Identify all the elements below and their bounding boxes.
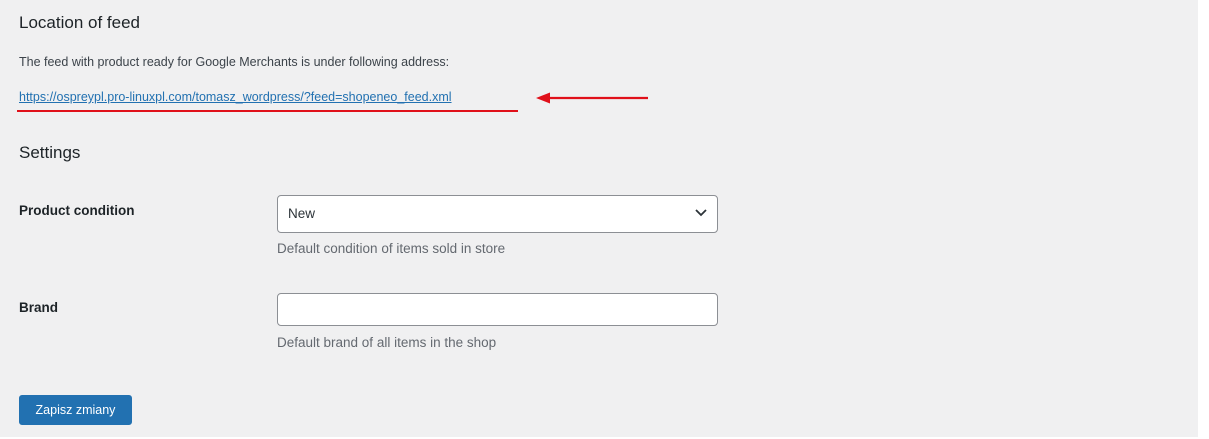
brand-input[interactable] [277,293,718,326]
product-condition-help: Default condition of items sold in store [277,241,506,256]
feed-description: The feed with product ready for Google M… [19,55,450,69]
save-button[interactable]: Zapisz zmiany [19,395,132,425]
chevron-down-icon [695,209,707,217]
settings-panel: Location of feed The feed with product r… [0,0,1198,437]
brand-label: Brand [19,300,59,315]
red-arrow-icon [536,92,648,104]
brand-help: Default brand of all items in the shop [277,335,497,350]
product-condition-value: New [288,206,316,221]
product-condition-label: Product condition [19,203,135,218]
product-condition-select[interactable]: New [277,195,718,233]
feed-url-link[interactable]: https://ospreypl.pro-linuxpl.com/tomasz_… [19,90,452,104]
settings-heading: Settings [19,143,81,162]
location-heading: Location of feed [19,13,140,32]
annotation-underline [17,110,518,112]
